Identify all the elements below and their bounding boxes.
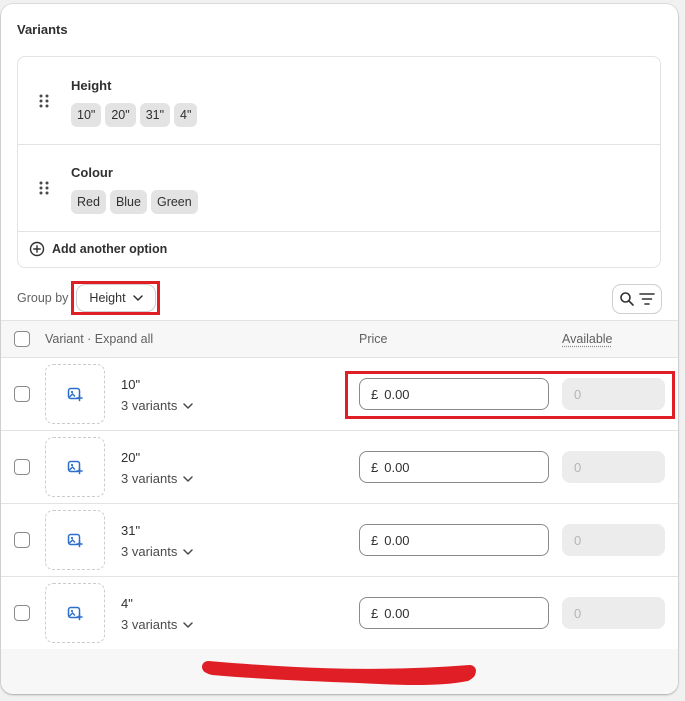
drag-handle-icon[interactable] (38, 181, 50, 195)
option-values: Red Blue Green (71, 190, 198, 214)
card-title: Variants (17, 22, 68, 37)
row-checkbox[interactable] (14, 386, 30, 402)
available-input: 0 (562, 524, 665, 556)
image-add-icon (67, 387, 83, 402)
chevron-down-icon (183, 475, 194, 482)
row-checkbox[interactable] (14, 459, 30, 475)
variant-count-toggle[interactable]: 3 variants (121, 544, 194, 559)
variants-card: Variants Height 10" 20" 31" 4" Colour Re… (1, 4, 678, 694)
add-option-label: Add another option (52, 242, 168, 256)
variant-name: 31" (121, 523, 141, 538)
variant-name: 10" (121, 377, 141, 392)
image-add-icon (67, 460, 83, 475)
available-value: 0 (574, 605, 582, 621)
variant-count: 3 variants (121, 471, 178, 486)
option-value-pill: Green (150, 190, 198, 214)
add-option-button[interactable]: Add another option (29, 241, 167, 257)
price-value: 0.00 (384, 532, 410, 548)
chevron-down-icon (183, 548, 194, 555)
price-input[interactable]: £ 0.00 (359, 597, 549, 629)
option-values: 10" 20" 31" 4" (71, 103, 198, 127)
available-value: 0 (574, 532, 582, 548)
filter-icon (639, 293, 655, 305)
row-highlight-box (345, 371, 675, 419)
currency-symbol: £ (371, 532, 379, 548)
available-value: 0 (574, 459, 582, 475)
header-price: Price (359, 332, 388, 346)
currency-symbol: £ (371, 605, 379, 621)
table-row: 20" 3 variants £ 0.00 0 (1, 431, 678, 504)
header-variant[interactable]: Variant · Expand all (45, 332, 153, 346)
chevron-down-icon (183, 621, 194, 628)
variant-count: 3 variants (121, 617, 178, 632)
option-name: Height (71, 78, 112, 93)
options-box: Height 10" 20" 31" 4" Colour Red Blue Gr… (17, 56, 661, 268)
available-input: 0 (562, 451, 665, 483)
variant-name: 4" (121, 596, 133, 611)
price-value: 0.00 (384, 605, 410, 621)
variant-count-toggle[interactable]: 3 variants (121, 471, 194, 486)
option-value-pill: 4" (174, 103, 198, 127)
variant-count-toggle[interactable]: 3 variants (121, 398, 194, 413)
option-name: Colour (71, 165, 113, 180)
add-image-button[interactable] (45, 364, 105, 424)
redaction-scribble (202, 661, 476, 685)
row-checkbox[interactable] (14, 532, 30, 548)
price-value: 0.00 (384, 459, 410, 475)
image-add-icon (67, 606, 83, 621)
image-add-icon (67, 533, 83, 548)
drag-handle-icon[interactable] (38, 94, 50, 108)
row-checkbox[interactable] (14, 605, 30, 621)
option-value-pill: 20" (105, 103, 136, 127)
variant-count: 3 variants (121, 544, 178, 559)
option-value-pill: Blue (109, 190, 147, 214)
group-by-label: Group by (17, 291, 69, 305)
add-image-button[interactable] (45, 583, 105, 643)
add-image-button[interactable] (45, 510, 105, 570)
option-value-pill: 10" (71, 103, 102, 127)
option-height[interactable]: Height 10" 20" 31" 4" (18, 57, 660, 145)
variant-count-toggle[interactable]: 3 variants (121, 617, 194, 632)
option-value-pill: 31" (139, 103, 171, 127)
header-available[interactable]: Available (562, 332, 613, 346)
price-input[interactable]: £ 0.00 (359, 451, 549, 483)
group-by-highlight-box (71, 281, 160, 315)
search-icon (620, 292, 634, 306)
table-header: Variant · Expand all Price Available (1, 320, 678, 358)
variant-count: 3 variants (121, 398, 178, 413)
available-input: 0 (562, 597, 665, 629)
search-filter-button[interactable] (613, 285, 661, 313)
chevron-down-icon (183, 402, 194, 409)
currency-symbol: £ (371, 459, 379, 475)
table-row: 4" 3 variants £ 0.00 0 (1, 577, 678, 650)
option-colour[interactable]: Colour Red Blue Green (18, 145, 660, 232)
option-value-pill: Red (71, 190, 106, 214)
price-input[interactable]: £ 0.00 (359, 524, 549, 556)
plus-circle-icon (29, 241, 45, 257)
select-all-checkbox[interactable] (14, 331, 30, 347)
add-image-button[interactable] (45, 437, 105, 497)
table-row: 31" 3 variants £ 0.00 0 (1, 504, 678, 577)
variant-name: 20" (121, 450, 141, 465)
